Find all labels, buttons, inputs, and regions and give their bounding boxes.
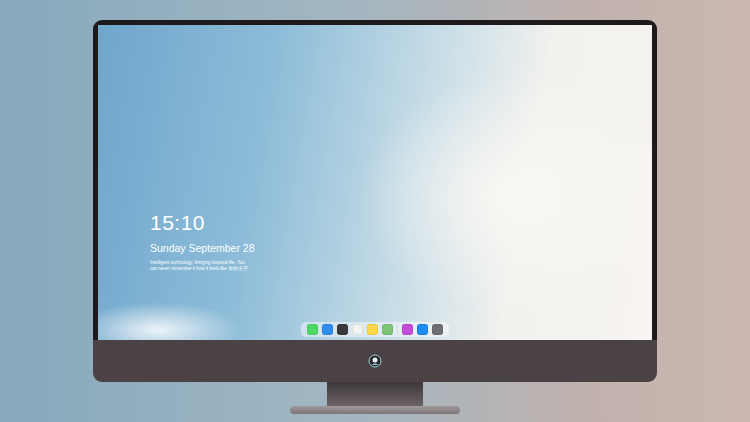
monitor-bezel: 15:10 Sunday September 28 Intelligent tech…: [93, 20, 657, 340]
monitor-stand: [327, 382, 423, 406]
app-icon[interactable]: [337, 324, 348, 335]
caption-line: Intelligent technology, bringing inspire…: [150, 260, 652, 266]
app-icon[interactable]: [307, 324, 318, 335]
desktop-screen: 15:10 Sunday September 28 Intelligent tech…: [98, 25, 652, 340]
app-icon[interactable]: [352, 324, 363, 335]
app-icon[interactable]: [322, 324, 333, 335]
clock-time: 15:10: [150, 211, 652, 234]
dock-separator: [397, 324, 398, 335]
app-icon[interactable]: [432, 324, 443, 335]
clock-date: Sunday September 28: [150, 242, 652, 254]
dock: [301, 322, 449, 337]
monitor-base: [290, 406, 460, 414]
app-icon[interactable]: [402, 324, 413, 335]
app-icon[interactable]: [367, 324, 378, 335]
page: 15:10 Sunday September 28 Intelligent tech…: [0, 0, 750, 422]
monitor-chin: [93, 340, 657, 382]
logo-icon: [368, 354, 382, 368]
app-icon[interactable]: [382, 324, 393, 335]
caption-line: can never remember it how it feels like …: [150, 266, 652, 272]
app-icon[interactable]: [417, 324, 428, 335]
caption: Intelligent technology, bringing inspire…: [150, 260, 652, 271]
